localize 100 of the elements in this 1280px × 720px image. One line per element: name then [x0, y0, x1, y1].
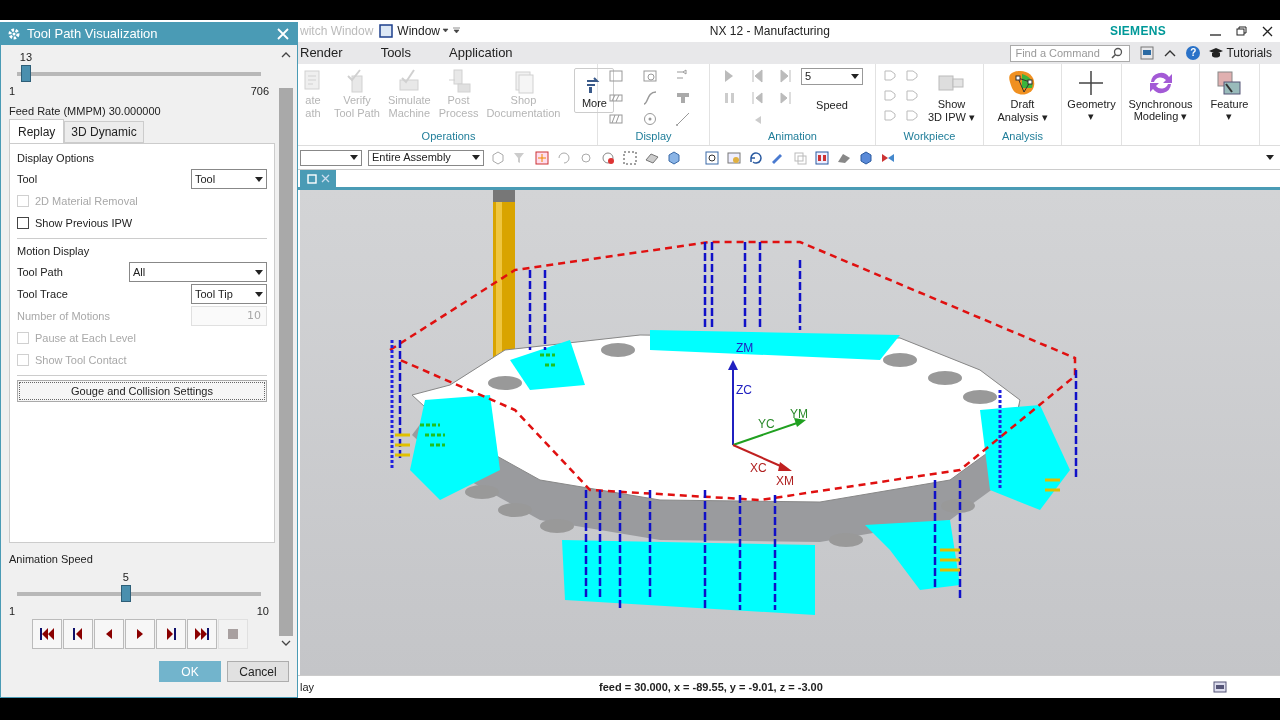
scrollbar-thumb[interactable]: [279, 88, 293, 636]
select-value: All: [133, 264, 146, 280]
dropdown-icon: [472, 155, 480, 160]
dropdown-icon: [255, 291, 263, 297]
menu-item[interactable]: Tools: [361, 43, 430, 63]
filter-select[interactable]: [300, 149, 362, 166]
field-value: 10: [246, 307, 262, 324]
layers-icon: [792, 149, 808, 166]
dropdown-icon: [442, 26, 463, 36]
brand-logo: SIEMENS: [1109, 23, 1166, 40]
slider-thumb[interactable]: [20, 65, 31, 82]
playback-button[interactable]: [156, 619, 186, 649]
slider-value: 13: [19, 50, 33, 65]
dialog-tab[interactable]: Replay: [9, 119, 65, 143]
ribbon-group-label: Display: [634, 129, 673, 144]
ribbon-group-label: Animation: [767, 129, 818, 144]
graduation-cap-icon: [1208, 47, 1225, 59]
checkbox-label: 2D Material Removal: [35, 193, 138, 209]
dropdown-icon: [350, 155, 358, 160]
close-icon: [277, 28, 289, 40]
field-label: Tool Path: [17, 264, 64, 280]
close-icon: [320, 174, 330, 183]
window-layout-icon: [1212, 680, 1228, 694]
axis-label: XM: [776, 474, 794, 488]
checkbox[interactable]: [17, 217, 29, 229]
slider-max-label: 706: [250, 84, 269, 97]
speed-select[interactable]: 5: [801, 68, 863, 85]
select-value: Entire Assembly: [372, 150, 451, 166]
select-value: Tool Tip: [195, 286, 233, 302]
field-label: Tool Trace: [17, 286, 69, 302]
step-back-icon: [749, 90, 766, 106]
ribbon-button[interactable]: Geometry ▾: [1067, 68, 1116, 122]
feed-rate-text: Feed Rate (MMPM) 30.000000: [9, 104, 162, 117]
playback-button[interactable]: [32, 619, 62, 649]
step-forward-icon: [777, 68, 794, 84]
collapse-ribbon-icon: [1164, 48, 1177, 58]
gouge-settings-button[interactable]: Gouge and Collision Settings: [17, 380, 267, 402]
playback-button[interactable]: [125, 619, 155, 649]
close-icon: [1260, 24, 1274, 38]
stop-icon: [225, 626, 241, 642]
quick-access-text: witch Window: [300, 23, 374, 40]
axis-label: YM: [790, 407, 808, 421]
speed-label: Speed: [816, 98, 848, 113]
circle-icon: [641, 111, 658, 128]
axis-label: XC: [750, 461, 767, 475]
slider-min-label: 1: [9, 84, 16, 97]
ribbon-button[interactable]: Feature ▾: [1210, 68, 1249, 122]
dropdown-select[interactable]: Tool Tip: [191, 284, 267, 304]
skip-to-end-icon: [194, 626, 210, 642]
dropdown-select[interactable]: All: [129, 262, 267, 282]
menu-item[interactable]: Application: [430, 43, 532, 63]
window-menu[interactable]: Window: [397, 22, 441, 40]
restore-icon: [1234, 24, 1248, 38]
frame-icon: [641, 68, 658, 84]
checkbox-label: Show Previous IPW: [35, 215, 133, 231]
field-label: Tool: [17, 171, 39, 187]
playback-button[interactable]: [63, 619, 93, 649]
help-button[interactable]: ?: [1186, 46, 1201, 60]
ribbon-group-label: Operations: [420, 129, 477, 144]
ribbon-button[interactable]: More: [574, 68, 615, 113]
dashed-box-icon: [622, 149, 638, 166]
playback-button[interactable]: [94, 619, 124, 649]
field-label: Number of Motions: [17, 308, 111, 324]
show-3d-ipw-button[interactable]: Show 3D IPW ▾: [928, 68, 975, 124]
slider-thumb[interactable]: [120, 585, 131, 602]
dropdown-icon: [851, 74, 859, 79]
cube-outline-icon: [490, 149, 506, 166]
tutorials-link[interactable]: Tutorials: [1226, 44, 1272, 62]
slider-value: 5: [122, 570, 129, 585]
dialog-tab[interactable]: 3D Dynamic: [64, 121, 144, 143]
ribbon-group-label: Analysis: [1001, 129, 1044, 144]
scope-select[interactable]: Entire Assembly: [368, 149, 484, 166]
checkbox-label: Pause at Each Level: [35, 330, 136, 346]
cancel-button[interactable]: Cancel: [227, 661, 289, 682]
zoom-fit-icon: [704, 149, 720, 166]
view-layout-icon: [814, 149, 830, 166]
ribbon-group-label: Workpiece: [902, 129, 957, 144]
playback-button[interactable]: [187, 619, 217, 649]
scroll-up-icon: [281, 51, 291, 58]
dropdown-icon: [255, 176, 263, 182]
minimize-icon: [1209, 34, 1221, 36]
select-value: 5: [805, 69, 812, 85]
window-title: NX 12 - Manufacturing: [709, 23, 830, 40]
ribbon-button[interactable]: Synchronous Modeling ▾: [1128, 68, 1193, 122]
command-search-field[interactable]: Find a Command: [1010, 44, 1131, 62]
rotate-icon: [748, 149, 764, 166]
menu-item[interactable]: Render: [300, 43, 362, 63]
curve-icon: [641, 89, 658, 106]
axis-label: YC: [758, 417, 775, 431]
select-value: Tool: [195, 171, 216, 187]
cube-icon: [666, 149, 682, 166]
checkbox-label: Show Tool Contact: [35, 352, 127, 368]
step-back-icon: [749, 68, 766, 84]
draft-analysis-button[interactable]: Draft Analysis ▾: [997, 68, 1048, 129]
scroll-down-icon: [281, 640, 291, 647]
status-text: lay: [300, 679, 316, 695]
snap-point-icon: [534, 149, 550, 166]
dropdown-select[interactable]: Tool: [191, 169, 267, 189]
zoom-window-icon: [726, 149, 742, 166]
dropdown-icon: [1266, 155, 1274, 160]
